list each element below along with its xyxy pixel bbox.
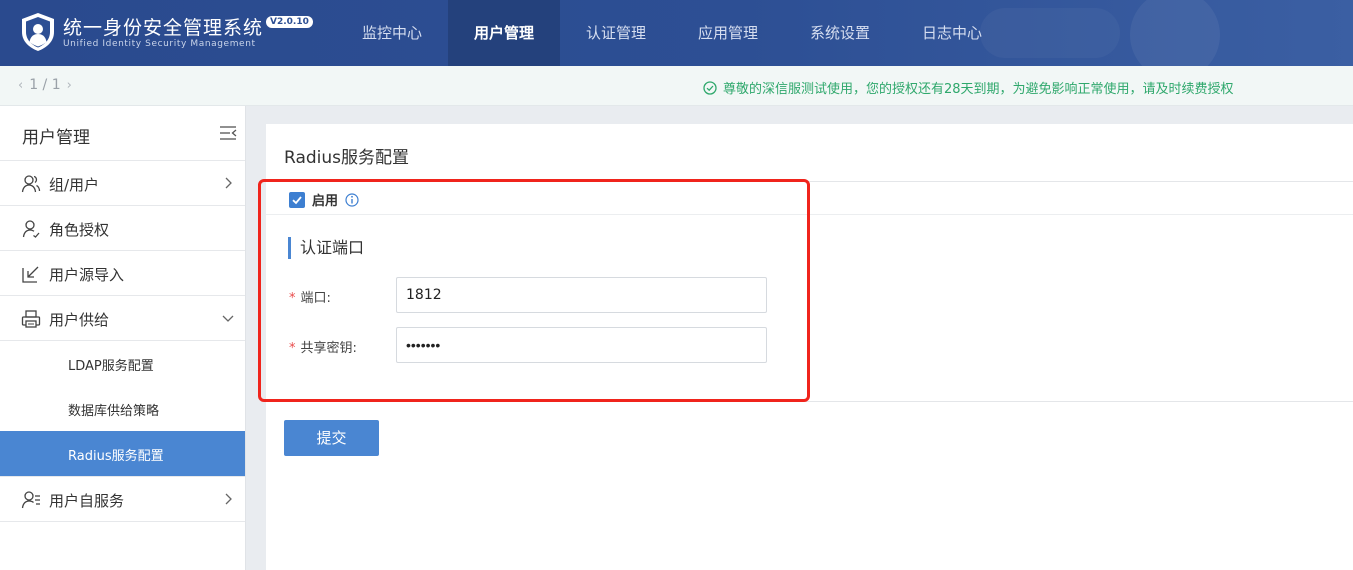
collapse-menu-icon[interactable] — [219, 125, 237, 141]
printer-icon — [21, 310, 41, 328]
version-badge: V2.0.10 — [266, 16, 313, 28]
sidebar-item-label: 角色授权 — [49, 221, 110, 239]
nav-system-settings[interactable]: 系统设置 — [784, 0, 896, 66]
sidebar-subitem-ldap-config[interactable]: LDAP服务配置 — [0, 341, 245, 386]
sidebar-item-user-provisioning[interactable]: 用户供给 — [0, 296, 245, 341]
shared-secret-label: * 共享密钥: — [289, 337, 357, 356]
sidebar: 用户管理 组/用户 角色授权 用户源导入 用户供给 LDAP服务配置 数据库供给… — [0, 106, 246, 570]
sidebar-subitem-label: Radius服务配置 — [68, 449, 164, 464]
shared-secret-label-text: 共享密钥: — [300, 341, 357, 356]
port-label: * 端口: — [289, 287, 331, 306]
nav-monitoring[interactable]: 监控中心 — [336, 0, 448, 66]
next-page-icon[interactable]: › — [67, 78, 72, 93]
port-input[interactable]: 1812 — [396, 277, 767, 313]
sidebar-item-self-service[interactable]: 用户自服务 — [0, 477, 245, 522]
page-indicator: 1 / 1 — [29, 77, 61, 93]
sidebar-item-user-source-import[interactable]: 用户源导入 — [0, 251, 245, 296]
divider — [266, 401, 1353, 402]
required-mark: * — [289, 291, 296, 306]
sidebar-item-label: 用户自服务 — [49, 492, 125, 510]
sidebar-item-label: 用户供给 — [49, 311, 110, 329]
submit-button[interactable]: 提交 — [284, 420, 379, 456]
required-mark: * — [289, 341, 296, 356]
port-label-text: 端口: — [300, 291, 331, 306]
import-icon — [22, 266, 39, 283]
prev-page-icon[interactable]: ‹ — [18, 78, 23, 93]
sidebar-header: 用户管理 — [0, 106, 245, 161]
sidebar-item-role-auth[interactable]: 角色授权 — [0, 206, 245, 251]
app-subtitle: Unified Identity Security Management — [63, 39, 256, 49]
sidebar-item-label: 组/用户 — [49, 176, 100, 194]
nav-auth-management[interactable]: 认证管理 — [560, 0, 672, 66]
sidebar-item-group-user[interactable]: 组/用户 — [0, 161, 245, 206]
tab-pager: ‹ 1 / 1 › — [18, 77, 72, 93]
sidebar-subitem-label: 数据库供给策略 — [68, 404, 160, 419]
enable-checkbox[interactable] — [289, 191, 305, 208]
content-panel: Radius服务配置 启用 认证端口 * 端口: 1812 * 共享密钥: 提交 — [266, 124, 1353, 570]
license-notice-text: 尊敬的深信服测试使用，您的授权还有28天到期，为避免影响正常使用，请及时续费授权 — [723, 82, 1234, 97]
checkmark-icon — [292, 195, 302, 204]
sidebar-subitem-radius-config[interactable]: Radius服务配置 — [0, 431, 245, 476]
header-decoration — [1130, 0, 1220, 66]
check-circle-icon — [703, 80, 717, 95]
divider — [266, 214, 1353, 215]
nav-log-center[interactable]: 日志中心 — [896, 0, 1008, 66]
section-title-auth-port: 认证端口 — [288, 237, 364, 259]
main-nav: 监控中心 用户管理 认证管理 应用管理 系统设置 日志中心 — [336, 0, 1008, 66]
info-icon[interactable] — [345, 192, 359, 207]
sidebar-subitem-label: LDAP服务配置 — [68, 359, 154, 374]
nav-app-management[interactable]: 应用管理 — [672, 0, 784, 66]
app-title: 统一身份安全管理系统 — [63, 17, 264, 39]
users-icon — [21, 175, 41, 193]
divider — [266, 181, 1353, 182]
enable-row: 启用 — [289, 190, 359, 209]
role-icon — [22, 220, 40, 238]
provisioning-submenu: LDAP服务配置 数据库供给策略 Radius服务配置 — [0, 341, 245, 477]
sidebar-item-label: 用户源导入 — [49, 266, 125, 284]
chevron-right-icon — [225, 493, 232, 505]
top-navigation-bar: 统一身份安全管理系统 Unified Identity Security Man… — [0, 0, 1353, 66]
nav-user-management[interactable]: 用户管理 — [448, 0, 560, 66]
chevron-down-icon — [222, 315, 234, 322]
sidebar-subitem-db-policy[interactable]: 数据库供给策略 — [0, 386, 245, 431]
shared-secret-input[interactable] — [396, 327, 767, 363]
sidebar-title: 用户管理 — [22, 128, 90, 148]
chevron-right-icon — [225, 177, 232, 189]
page-title: Radius服务配置 — [284, 148, 410, 168]
enable-label: 启用 — [312, 194, 339, 209]
breadcrumb-bar: ‹ 1 / 1 › 尊敬的深信服测试使用，您的授权还有28天到期，为避免影响正常… — [0, 66, 1353, 106]
license-notice: 尊敬的深信服测试使用，您的授权还有28天到期，为避免影响正常使用，请及时续费授权 — [703, 78, 1234, 97]
shield-logo-icon — [22, 13, 54, 51]
self-service-icon — [21, 491, 40, 509]
